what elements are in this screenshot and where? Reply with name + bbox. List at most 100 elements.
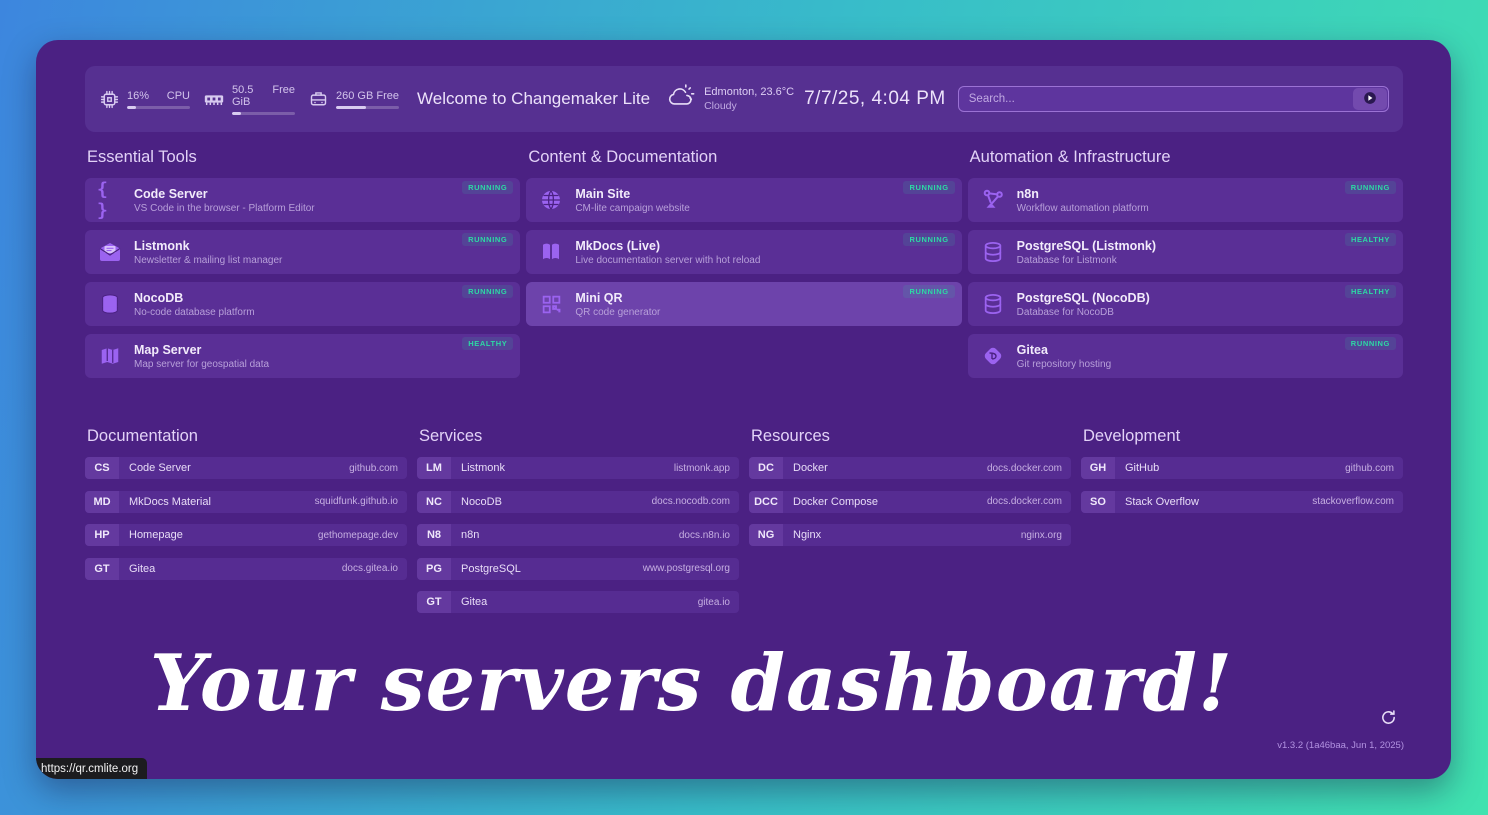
weather-widget: Edmonton, 23.6°C Cloudy	[666, 84, 794, 115]
service-card[interactable]: NocoDB No-code database platform RUNNING	[85, 282, 520, 326]
service-title: Gitea	[1017, 343, 1112, 357]
service-card[interactable]: PostgreSQL (NocoDB) Database for NocoDB …	[968, 282, 1403, 326]
bookmark-abbr: DC	[749, 457, 783, 479]
service-title: NocoDB	[134, 291, 255, 305]
bookmark-label: Listmonk	[461, 462, 505, 474]
search-input[interactable]	[958, 86, 1389, 112]
service-group: Essential Tools { } Code Server VS Code …	[85, 148, 520, 386]
bookmark-link[interactable]: GT Gitea gitea.io	[417, 591, 739, 613]
status-badge: RUNNING	[462, 233, 513, 246]
bookmark-abbr: LM	[417, 457, 451, 479]
memory-label: Free	[272, 84, 295, 108]
service-card[interactable]: PostgreSQL (Listmonk) Database for Listm…	[968, 230, 1403, 274]
bookmark-group: Documentation CS Code Server github.com …	[85, 427, 407, 591]
bookmark-link[interactable]: CS Code Server github.com	[85, 457, 407, 479]
bookmark-abbr: GT	[85, 558, 119, 580]
bookmark-link[interactable]: DC Docker docs.docker.com	[749, 457, 1071, 479]
service-title: MkDocs (Live)	[575, 239, 760, 253]
service-card[interactable]: Mini QR QR code generator RUNNING	[526, 282, 961, 326]
bookmark-group-title: Documentation	[87, 427, 407, 446]
bookmark-link[interactable]: PG PostgreSQL www.postgresql.org	[417, 558, 739, 580]
bookmark-abbr: PG	[417, 558, 451, 580]
bookmark-url: docs.docker.com	[987, 496, 1062, 507]
status-badge: HEALTHY	[1345, 233, 1396, 246]
service-group-title: Automation & Infrastructure	[970, 148, 1403, 167]
service-card[interactable]: MkDocs (Live) Live documentation server …	[526, 230, 961, 274]
workflow-icon	[980, 187, 1006, 213]
cpu-icon	[99, 89, 120, 110]
search-provider-button[interactable]	[1353, 88, 1387, 110]
service-title: n8n	[1017, 187, 1149, 201]
bookmark-link[interactable]: NC NocoDB docs.nocodb.com	[417, 491, 739, 513]
service-card[interactable]: { } Code Server VS Code in the browser -…	[85, 178, 520, 222]
bookmark-label: Docker Compose	[793, 496, 878, 508]
service-card[interactable]: Listmonk Newsletter & mailing list manag…	[85, 230, 520, 274]
service-card[interactable]: Gitea Git repository hosting RUNNING	[968, 334, 1403, 378]
status-badge: RUNNING	[903, 233, 954, 246]
bookmark-link[interactable]: GH GitHub github.com	[1081, 457, 1403, 479]
disk-value: 260 GB	[336, 90, 373, 102]
bookmark-link[interactable]: N8 n8n docs.n8n.io	[417, 524, 739, 546]
database2-icon	[980, 291, 1006, 317]
service-card[interactable]: n8n Workflow automation platform RUNNING	[968, 178, 1403, 222]
service-card[interactable]: Main Site CM-lite campaign website RUNNI…	[526, 178, 961, 222]
hero-banner-text: Your servers dashboard!	[36, 638, 1451, 729]
bookmark-list: LM Listmonk listmonk.app NC NocoDB docs.…	[417, 457, 739, 613]
database-icon	[97, 291, 123, 317]
service-group: Content & Documentation Main Site CM-lit…	[526, 148, 961, 334]
bookmark-label: MkDocs Material	[129, 496, 211, 508]
service-description: Database for Listmonk	[1017, 255, 1156, 266]
system-stats: 16% CPU 50.5 GiB Free	[99, 84, 399, 115]
bookmark-abbr: CS	[85, 457, 119, 479]
status-badge: HEALTHY	[1345, 285, 1396, 298]
service-card-list: { } Code Server VS Code in the browser -…	[85, 178, 520, 378]
service-groups: Essential Tools { } Code Server VS Code …	[85, 148, 1403, 386]
memory-widget: 50.5 GiB Free	[203, 84, 295, 115]
bookmark-url: github.com	[349, 463, 398, 474]
homepage-dashboard: 16% CPU 50.5 GiB Free	[36, 40, 1451, 779]
bookmark-label: Homepage	[129, 529, 183, 541]
cloudy-weather-icon	[666, 84, 696, 115]
book-icon	[538, 239, 564, 265]
bookmark-url: nginx.org	[1021, 530, 1062, 541]
service-title: Code Server	[134, 187, 315, 201]
bookmark-link[interactable]: GT Gitea docs.gitea.io	[85, 558, 407, 580]
service-card-list: n8n Workflow automation platform RUNNING…	[968, 178, 1403, 378]
bookmark-label: Gitea	[129, 563, 155, 575]
disk-progress-bar	[336, 106, 399, 109]
bookmark-abbr: MD	[85, 491, 119, 513]
service-card[interactable]: Map Server Map server for geospatial dat…	[85, 334, 520, 378]
bookmark-abbr: N8	[417, 524, 451, 546]
bookmark-link[interactable]: LM Listmonk listmonk.app	[417, 457, 739, 479]
service-title: PostgreSQL (NocoDB)	[1017, 291, 1150, 305]
bookmark-link[interactable]: DCC Docker Compose docs.docker.com	[749, 491, 1071, 513]
bookmark-group: Services LM Listmonk listmonk.app NC Noc…	[417, 427, 739, 625]
bookmark-abbr: NG	[749, 524, 783, 546]
weather-location: Edmonton, 23.6°C	[704, 86, 794, 98]
link-url-statusbar: https://qr.cmlite.org	[36, 758, 147, 779]
refresh-icon	[1380, 714, 1397, 729]
braces-icon: { }	[97, 187, 123, 213]
mail-icon	[97, 239, 123, 265]
service-title: Map Server	[134, 343, 269, 357]
bookmark-abbr: GT	[417, 591, 451, 613]
refresh-button[interactable]	[1380, 709, 1397, 729]
status-badge: RUNNING	[462, 285, 513, 298]
bookmark-abbr: GH	[1081, 457, 1115, 479]
bookmark-group-title: Development	[1083, 427, 1403, 446]
bookmark-abbr: HP	[85, 524, 119, 546]
disk-icon	[308, 89, 329, 110]
bookmark-abbr: DCC	[749, 491, 783, 513]
bookmark-group: Development GH GitHub github.com SO Stac…	[1081, 427, 1403, 524]
bookmark-link[interactable]: NG Nginx nginx.org	[749, 524, 1071, 546]
bookmark-url: docs.docker.com	[987, 463, 1062, 474]
bookmark-link[interactable]: SO Stack Overflow stackoverflow.com	[1081, 491, 1403, 513]
bookmark-url: listmonk.app	[674, 463, 730, 474]
bookmark-group: Resources DC Docker docs.docker.com DCC …	[749, 427, 1071, 558]
service-description: CM-lite campaign website	[575, 203, 690, 214]
bookmark-link[interactable]: HP Homepage gethomepage.dev	[85, 524, 407, 546]
cpu-value: 16%	[127, 90, 149, 102]
header-bar: 16% CPU 50.5 GiB Free	[85, 66, 1403, 132]
bookmark-link[interactable]: MD MkDocs Material squidfunk.github.io	[85, 491, 407, 513]
cpu-widget: 16% CPU	[99, 89, 190, 110]
